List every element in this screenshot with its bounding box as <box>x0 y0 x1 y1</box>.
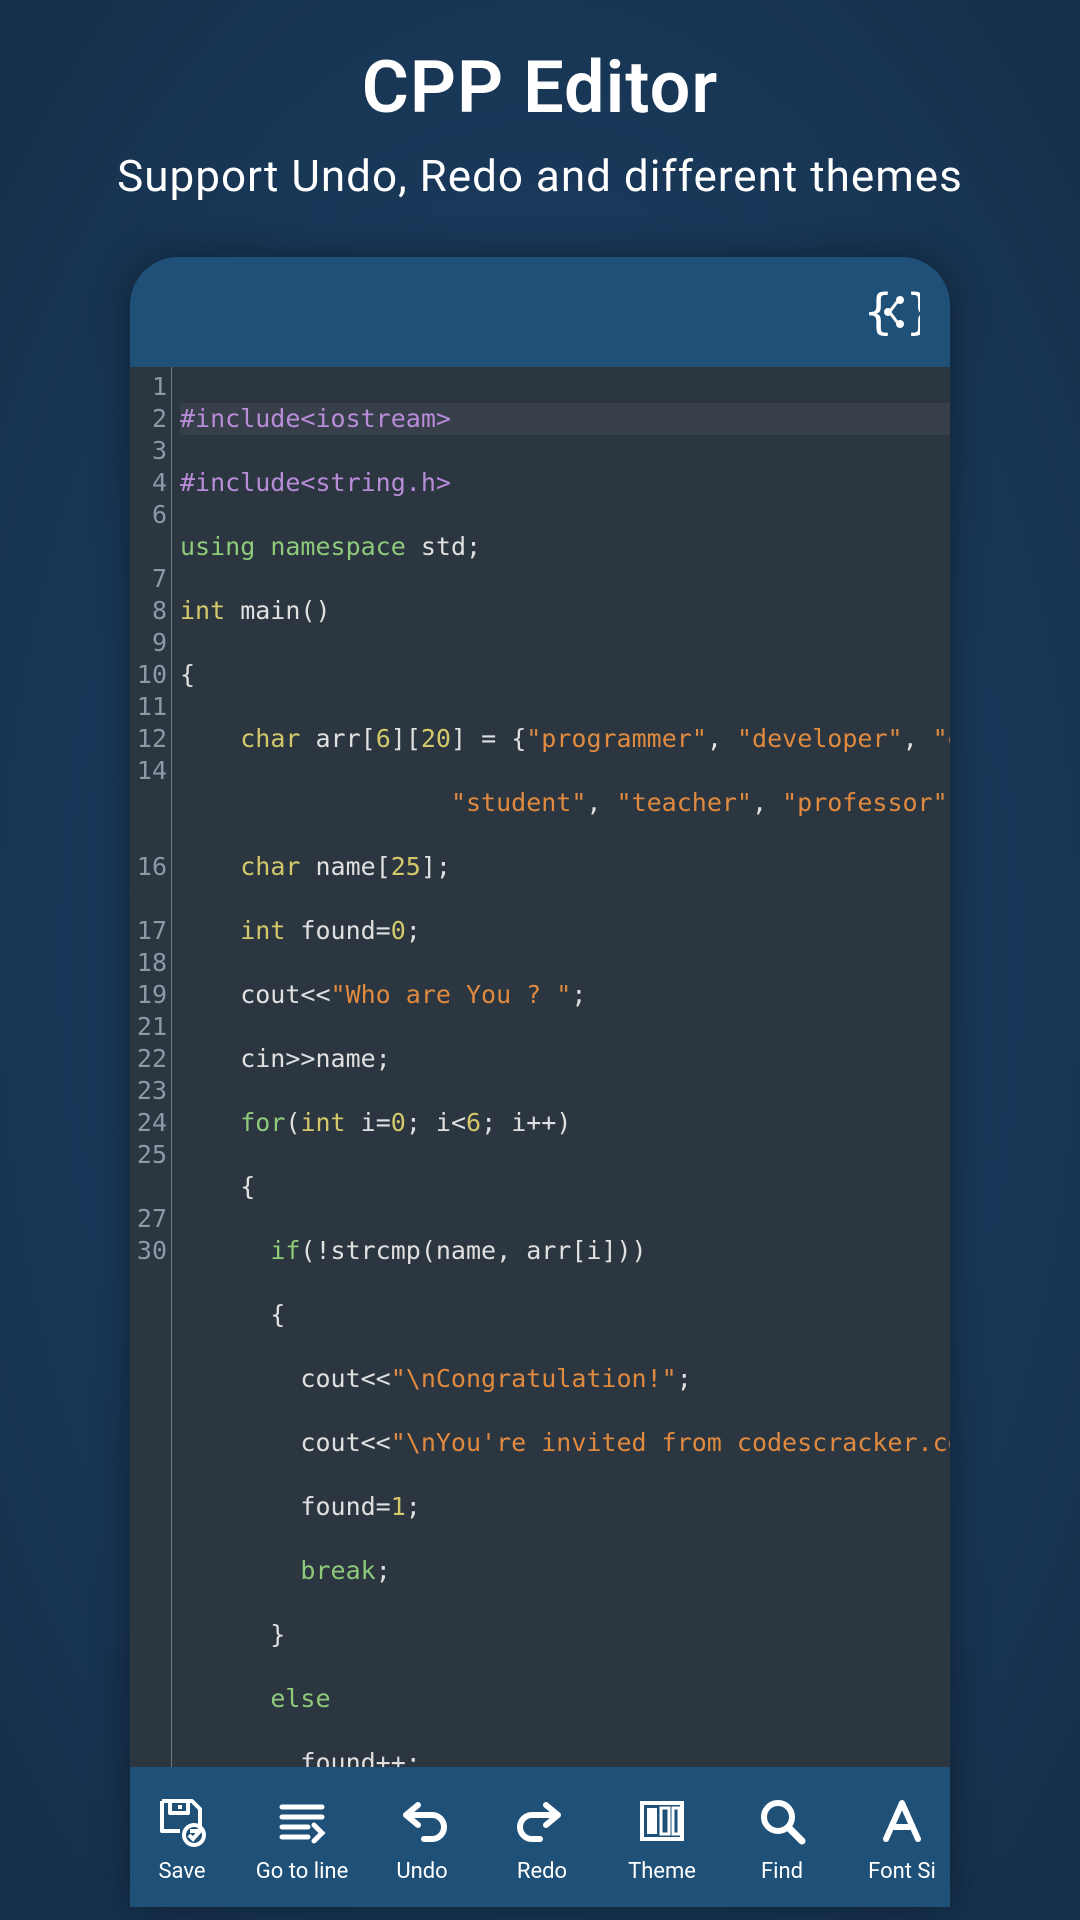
line-number: 17 <box>137 915 167 947</box>
line-number: 4 <box>152 467 167 499</box>
line-number: 7 <box>152 563 167 595</box>
code-area[interactable]: #include<iostream> #include<string.h> us… <box>172 367 950 1767</box>
line-number: 27 <box>137 1203 167 1235</box>
line-number: 6 <box>152 499 167 531</box>
line-number: 8 <box>152 595 167 627</box>
goto-line-button[interactable]: Go to line <box>242 1791 362 1884</box>
search-icon <box>756 1791 808 1851</box>
line-number: 25 <box>137 1139 167 1171</box>
line-number: 16 <box>137 851 167 883</box>
line-number: 19 <box>137 979 167 1011</box>
line-number: 1 <box>152 371 167 403</box>
theme-label: Theme <box>628 1859 696 1884</box>
share-icon[interactable]: { } <box>864 284 920 340</box>
undo-label: Undo <box>396 1859 447 1884</box>
app-header: { } <box>130 257 950 367</box>
redo-icon <box>516 1791 568 1851</box>
bottom-toolbar: Save Go to line Undo Redo <box>130 1767 950 1907</box>
line-number: 3 <box>152 435 167 467</box>
line-number: 14 <box>137 755 167 787</box>
save-icon <box>156 1791 208 1851</box>
line-number: 18 <box>137 947 167 979</box>
line-number: 22 <box>137 1043 167 1075</box>
line-number: 10 <box>137 659 167 691</box>
find-button[interactable]: Find <box>722 1791 842 1884</box>
line-number: 30 <box>137 1235 167 1267</box>
line-number: 24 <box>137 1107 167 1139</box>
page-subtitle: Support Undo, Redo and different themes <box>117 150 963 202</box>
undo-button[interactable]: Undo <box>362 1791 482 1884</box>
redo-button[interactable]: Redo <box>482 1791 602 1884</box>
line-number: 21 <box>137 1011 167 1043</box>
page-title: CPP Editor <box>362 45 719 130</box>
code-editor[interactable]: 12346789101112141617181921222324252730 #… <box>130 367 950 1767</box>
theme-button[interactable]: Theme <box>602 1791 722 1884</box>
line-number: 11 <box>137 691 167 723</box>
line-number: 12 <box>137 723 167 755</box>
font-size-button[interactable]: Font Si <box>842 1791 950 1884</box>
goto-line-icon <box>276 1791 328 1851</box>
font-icon <box>876 1791 928 1851</box>
line-number: 23 <box>137 1075 167 1107</box>
font-label: Font Si <box>868 1859 936 1884</box>
redo-label: Redo <box>517 1859 567 1884</box>
goto-line-label: Go to line <box>256 1859 349 1884</box>
save-button[interactable]: Save <box>130 1791 242 1884</box>
line-number: 9 <box>152 627 167 659</box>
save-label: Save <box>158 1859 205 1884</box>
svg-text:}: } <box>906 284 920 340</box>
line-gutter: 12346789101112141617181921222324252730 <box>130 367 172 1767</box>
phone-frame: { } 123467891011121416171819212223242527… <box>130 257 950 1907</box>
find-label: Find <box>761 1859 803 1884</box>
undo-icon <box>396 1791 448 1851</box>
line-number: 2 <box>152 403 167 435</box>
theme-icon <box>636 1791 688 1851</box>
